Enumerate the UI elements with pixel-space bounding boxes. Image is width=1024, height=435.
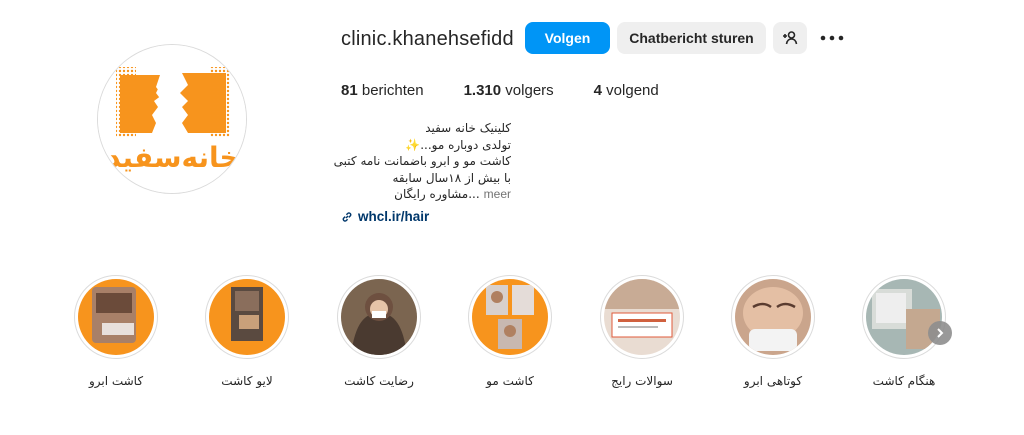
chevron-right-icon (937, 328, 944, 338)
highlight-label: لایو کاشت (221, 374, 273, 388)
highlight-ring (74, 275, 158, 359)
highlight-thumbnail (472, 279, 548, 355)
highlight-thumbnail (341, 279, 417, 355)
highlight-label: کاشت ابرو (88, 374, 144, 388)
highlights-next-button[interactable] (928, 321, 952, 345)
highlight-label: کاشت مو (486, 374, 534, 388)
highlight-ring (731, 275, 815, 359)
link-icon (342, 211, 352, 222)
highlight-item[interactable]: کاشت ابرو (61, 275, 171, 388)
website-text: whcl.ir/hair (358, 209, 430, 224)
svg-text:خانه‌سفید: خانه‌سفید (106, 141, 239, 174)
highlight-label: کوتاهی ابرو (743, 374, 803, 388)
highlight-ring (862, 275, 946, 359)
story-highlights: کاشت ابرو لایو کاشت رضایت کاشت کاشت مو س… (0, 275, 1024, 395)
highlight-thumbnail (604, 279, 680, 355)
suggest-user-button[interactable] (773, 22, 807, 54)
more-link[interactable]: meer (484, 186, 511, 203)
profile-avatar[interactable]: خانه‌سفید (97, 44, 247, 194)
more-dots-icon (820, 35, 844, 41)
add-user-icon (783, 31, 798, 45)
highlight-thumbnail (735, 279, 811, 355)
follow-button[interactable]: Volgen (525, 22, 610, 54)
profile-username[interactable]: clinic.khanehsefidd (341, 28, 514, 51)
highlight-item[interactable]: سوالات رایج (587, 275, 697, 388)
highlight-item[interactable]: کوتاهی ابرو (718, 275, 828, 388)
highlight-label: سوالات رایج (611, 374, 673, 388)
posts-count: 81 berichten (341, 82, 424, 99)
clinic-logo: خانه‌سفید (98, 45, 246, 193)
highlight-item[interactable]: کاشت مو (455, 275, 565, 388)
bio-website-link[interactable]: whcl.ir/hair (341, 209, 429, 224)
highlight-ring (600, 275, 684, 359)
highlight-ring (337, 275, 421, 359)
highlight-label: هنگام کاشت (872, 374, 936, 388)
bio-line: با بیش از ۱۸سال سابقه (392, 170, 511, 185)
profile-stats: 81 berichten 1.310 volgers 4 volgend (341, 82, 699, 99)
bio-line: کاشت مو و ابرو باضمانت نامه کتبی (333, 154, 511, 168)
highlight-item[interactable]: رضایت کاشت (324, 275, 434, 388)
profile-bio: کلینیک خانه سفید تولدی دوباره مو...✨ کاش… (333, 120, 511, 203)
bio-line: کلینیک خانه سفید (425, 121, 511, 135)
bio-line-text: ...مشاوره رایگان (394, 187, 480, 201)
highlight-item[interactable]: لایو کاشت (192, 275, 302, 388)
bio-line: ...مشاوره رایگان meer (341, 186, 511, 203)
highlight-thumbnail (866, 279, 942, 355)
highlight-ring (468, 275, 552, 359)
highlight-label: رضایت کاشت (344, 374, 414, 388)
highlight-ring (205, 275, 289, 359)
followers-count[interactable]: 1.310 volgers (464, 82, 554, 99)
following-count[interactable]: 4 volgend (594, 82, 659, 99)
highlight-thumbnail (78, 279, 154, 355)
message-button[interactable]: Chatbericht sturen (617, 22, 766, 54)
more-options-button[interactable] (817, 22, 847, 54)
bio-line: تولدی دوباره مو...✨ (405, 137, 511, 152)
highlight-thumbnail (209, 279, 285, 355)
